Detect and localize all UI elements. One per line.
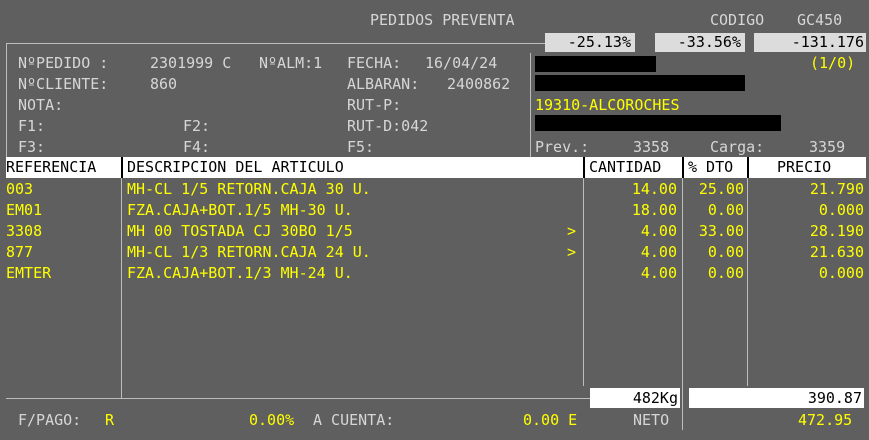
f2-label: F2: (183, 117, 211, 135)
cell-descripcion: FZA.CAJA+BOT.1/5 MH-30 U. (127, 201, 353, 219)
cell-referencia: 3308 (6, 222, 43, 240)
cell-precio: 0.000 (818, 264, 864, 282)
rutd-label: RUT-D:042 (347, 117, 429, 135)
rutp-label: RUT-P: (347, 96, 402, 114)
discount-pct-box-2: -33.56% (655, 33, 745, 52)
codigo-value: GC450 (797, 11, 843, 29)
col-header-cantidad: CANTIDAD (589, 158, 662, 176)
f1-label: F1: (18, 117, 46, 135)
screen-title: PEDIDOS PREVENTA (370, 11, 515, 29)
fecha-label: FECHA: (347, 54, 402, 72)
discount-pct-1: -25.13% (567, 33, 631, 51)
cell-descripcion: MH-CL 1/3 RETORN.CAJA 24 U. (127, 243, 371, 261)
cell-precio: 21.790 (809, 180, 864, 198)
codigo-label: CODIGO (710, 11, 765, 29)
cell-cantidad: 14.00 (631, 180, 677, 198)
discount-pct-box-3: -131.176 (754, 33, 866, 52)
redacted-client-address (535, 75, 745, 91)
col-header-dto: % DTO (688, 158, 734, 176)
cell-cantidad: 4.00 (640, 243, 677, 261)
fpago-value: R (105, 411, 115, 429)
header-sep-3 (682, 157, 684, 178)
prev-label: Prev.: (535, 138, 590, 156)
carga-label: Carga: (710, 138, 765, 156)
carga-value: 3359 (809, 138, 846, 156)
cell-dto: 25.00 (698, 180, 744, 198)
table-row[interactable]: 3308 MH 00 TOSTADA CJ 30BO 1/5 > 4.00 33… (0, 221, 869, 242)
ncliente-value: 860 (150, 75, 178, 93)
total-weight: 482Kg (632, 389, 678, 407)
cell-descripcion: MH-CL 1/5 RETORN.CAJA 30 U. (127, 180, 371, 198)
weight-box: 482Kg (590, 388, 680, 408)
nota-label: NOTA: (18, 96, 64, 114)
prev-value: 3358 (633, 138, 670, 156)
subtotal-value: 390.87 (807, 389, 862, 407)
table-row[interactable]: 877 MH-CL 1/3 RETORN.CAJA 24 U. > 4.00 0… (0, 242, 869, 263)
page-indicator: (1/0) (810, 54, 856, 72)
header-divider (530, 53, 531, 157)
discount-pct-box-1: -25.13% (545, 33, 635, 52)
neto-label: NETO (633, 411, 670, 429)
cell-dto: 0.00 (707, 243, 744, 261)
cell-precio: 21.630 (809, 243, 864, 261)
cell-referencia: EM01 (6, 201, 43, 219)
cell-precio: 28.190 (809, 222, 864, 240)
ncliente-label: NºCLIENTE: (18, 75, 109, 93)
col-header-referencia: REFERENCIA (6, 158, 97, 176)
cell-referencia: EMTER (6, 264, 52, 282)
cell-dto: 33.00 (698, 222, 744, 240)
pct-value: 0.00% (249, 411, 295, 429)
fpago-label: F/PAGO: (18, 411, 82, 429)
cell-descripcion: MH 00 TOSTADA CJ 30BO 1/5 (127, 222, 353, 240)
f5-label: F5: (347, 138, 375, 156)
cell-referencia: 877 (6, 243, 34, 261)
cell-cantidad: 4.00 (640, 264, 677, 282)
discount-pct-3: -131.176 (791, 33, 864, 51)
header-sep-4 (747, 157, 749, 178)
table-row[interactable]: EMTER FZA.CAJA+BOT.1/3 MH-24 U. 4.00 0.0… (0, 263, 869, 284)
cell-referencia: 003 (6, 180, 34, 198)
header-sep-1 (121, 157, 123, 178)
table-row[interactable]: EM01 FZA.CAJA+BOT.1/5 MH-30 U. 18.00 0.0… (0, 200, 869, 221)
header-top-border (6, 43, 545, 44)
table-header: REFERENCIA DESCRIPCION DEL ARTICULO CANT… (6, 157, 866, 178)
redacted-client-extra (535, 115, 781, 131)
col-header-precio: PRECIO (777, 158, 832, 176)
f4-label: F4: (183, 138, 211, 156)
redacted-client-name (535, 56, 656, 72)
neto-value: 472.95 (798, 411, 853, 429)
nalm-label: NºALM:1 (259, 54, 323, 72)
route-name: 19310-ALCOROCHES (535, 96, 680, 114)
cell-arrow: > (567, 243, 577, 261)
cell-dto: 0.00 (707, 201, 744, 219)
header-sep-2 (583, 157, 585, 178)
cell-cantidad: 18.00 (631, 201, 677, 219)
subtotal-box: 390.87 (689, 388, 864, 408)
col-header-descripcion: DESCRIPCION DEL ARTICULO (127, 158, 344, 176)
header-left-border (6, 43, 7, 157)
albaran-value: 2400862 (447, 75, 511, 93)
npedido-label: NºPEDIDO : (18, 54, 109, 72)
f3-label: F3: (18, 138, 46, 156)
albaran-label: ALBARAN: (347, 75, 420, 93)
npedido-value: 2301999 C (150, 54, 232, 72)
footer-top-border (6, 398, 590, 399)
cell-descripcion: FZA.CAJA+BOT.1/3 MH-24 U. (127, 264, 353, 282)
acuenta-value: 0.00 E (523, 411, 578, 429)
table-row[interactable]: 003 MH-CL 1/5 RETORN.CAJA 30 U. 14.00 25… (0, 179, 869, 200)
cell-arrow: > (567, 222, 577, 240)
acuenta-label: A CUENTA: (313, 411, 395, 429)
cell-dto: 0.00 (707, 264, 744, 282)
fecha-value: 16/04/24 (425, 54, 498, 72)
cell-cantidad: 4.00 (640, 222, 677, 240)
cell-precio: 0.000 (818, 201, 864, 219)
discount-pct-2: -33.56% (677, 33, 741, 51)
